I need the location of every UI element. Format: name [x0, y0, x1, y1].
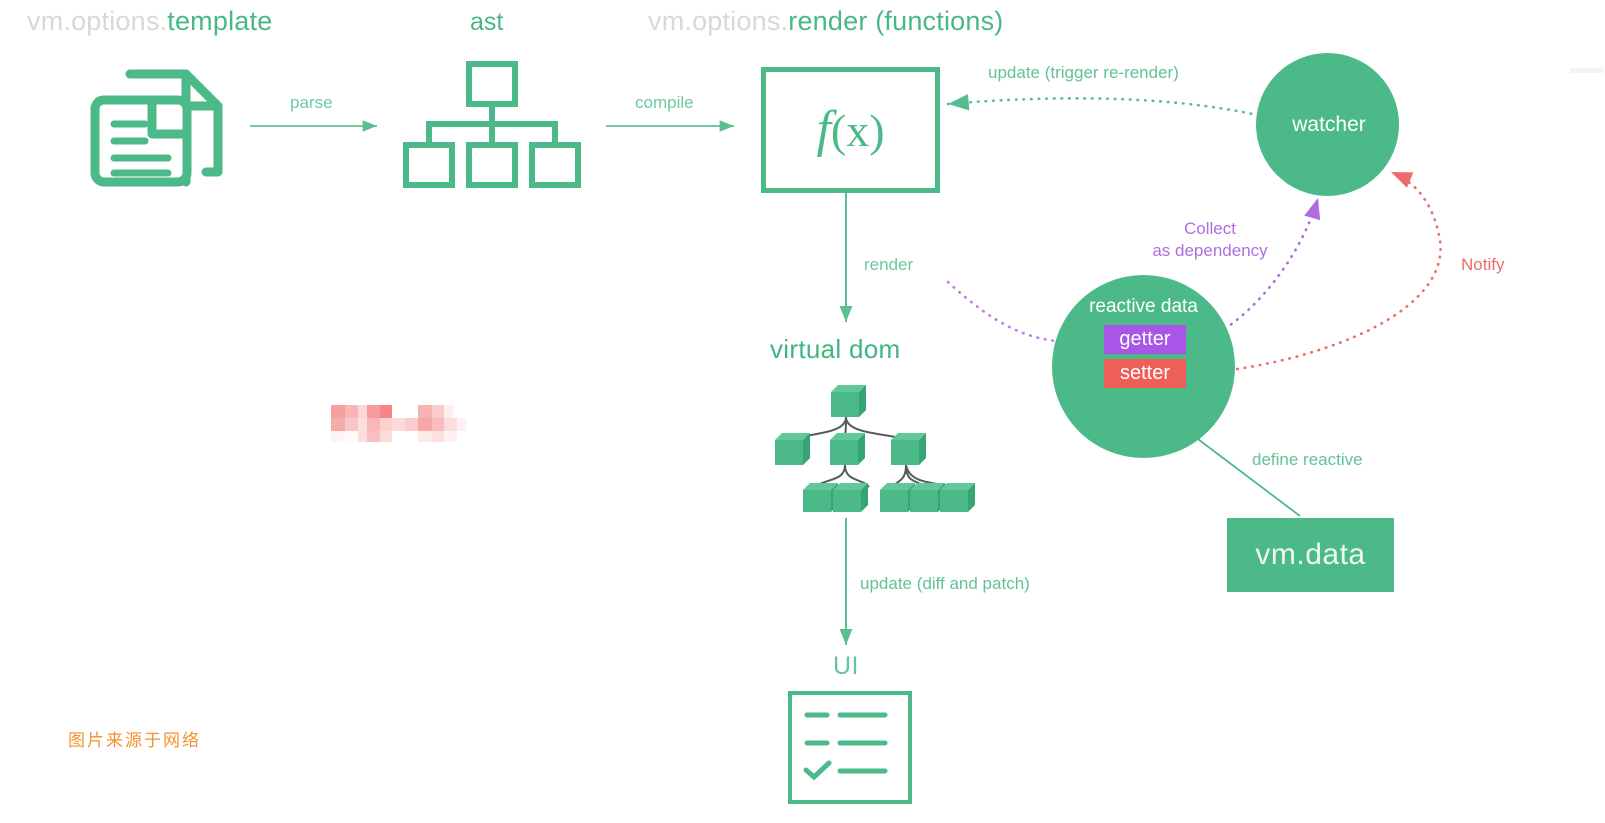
- reactive-data-label: reactive data: [1089, 296, 1198, 317]
- edge-label-compile: compile: [635, 93, 694, 112]
- ui-title: UI: [833, 652, 859, 680]
- arrow-define-reactive: [1185, 429, 1301, 517]
- edge-label-collect-as-dependency: Collect as dependency: [1145, 218, 1275, 262]
- setter-chip[interactable]: setter: [1104, 359, 1186, 388]
- vm-data-box: vm.data: [1227, 518, 1394, 592]
- cube-l2-c: [891, 433, 926, 465]
- cube-root: [831, 385, 866, 417]
- cube-tree-icon: [775, 385, 975, 512]
- collect-line-1: Collect: [1184, 219, 1236, 238]
- heading-render-prefix: vm.options.: [648, 6, 789, 36]
- ui-checklist-card: [788, 691, 912, 804]
- heading-template-accent: template: [167, 6, 273, 36]
- fx-arg: (x): [830, 105, 885, 156]
- heading-template: vm.options.template: [27, 6, 272, 37]
- render-function-box: f(x): [761, 67, 940, 193]
- cube-l2-b: [830, 433, 865, 465]
- diagram-canvas: vm.options.template ast vm.options.rende…: [0, 0, 1605, 823]
- edge-label-update-diff-and-patch: update (diff and patch): [860, 574, 1030, 593]
- edge-label-define-reactive: define reactive: [1252, 450, 1363, 469]
- collect-line-2: as dependency: [1152, 241, 1268, 260]
- heading-template-prefix: vm.options.: [27, 6, 168, 36]
- edge-label-render: render: [864, 255, 914, 274]
- edge-label-parse: parse: [290, 93, 333, 112]
- cube-l3-a: [803, 483, 838, 512]
- cube-l2-a: [775, 433, 810, 465]
- arrow-notify: [1205, 170, 1442, 375]
- cube-l3-c: [880, 483, 915, 512]
- scroll-indicator-bar: [1570, 68, 1604, 73]
- heading-render: vm.options.render (functions): [648, 6, 1003, 37]
- cube-l3-d: [910, 483, 945, 512]
- vm-data-label: vm.data: [1255, 538, 1366, 571]
- arrow-update-trigger-rerender: [946, 93, 1268, 119]
- virtual-dom-title: virtual dom: [770, 334, 901, 364]
- heading-render-accent: render (functions): [788, 6, 1004, 36]
- fx-f: f: [816, 101, 831, 158]
- documents-icon: [90, 69, 223, 187]
- edge-label-update-trigger-rerender: update (trigger re-render): [988, 63, 1179, 82]
- cube-l3-e: [940, 483, 975, 512]
- cube-l3-b: [833, 483, 868, 512]
- getter-chip[interactable]: getter: [1104, 325, 1186, 354]
- tree-hierarchy-icon: [403, 61, 581, 188]
- edge-label-notify: Notify: [1461, 255, 1505, 274]
- render-function-label: f(x): [816, 104, 884, 156]
- heading-ast: ast: [470, 8, 504, 36]
- watcher-label: watcher: [1292, 113, 1366, 136]
- credit-watermark: 图片来源于网络: [68, 731, 201, 751]
